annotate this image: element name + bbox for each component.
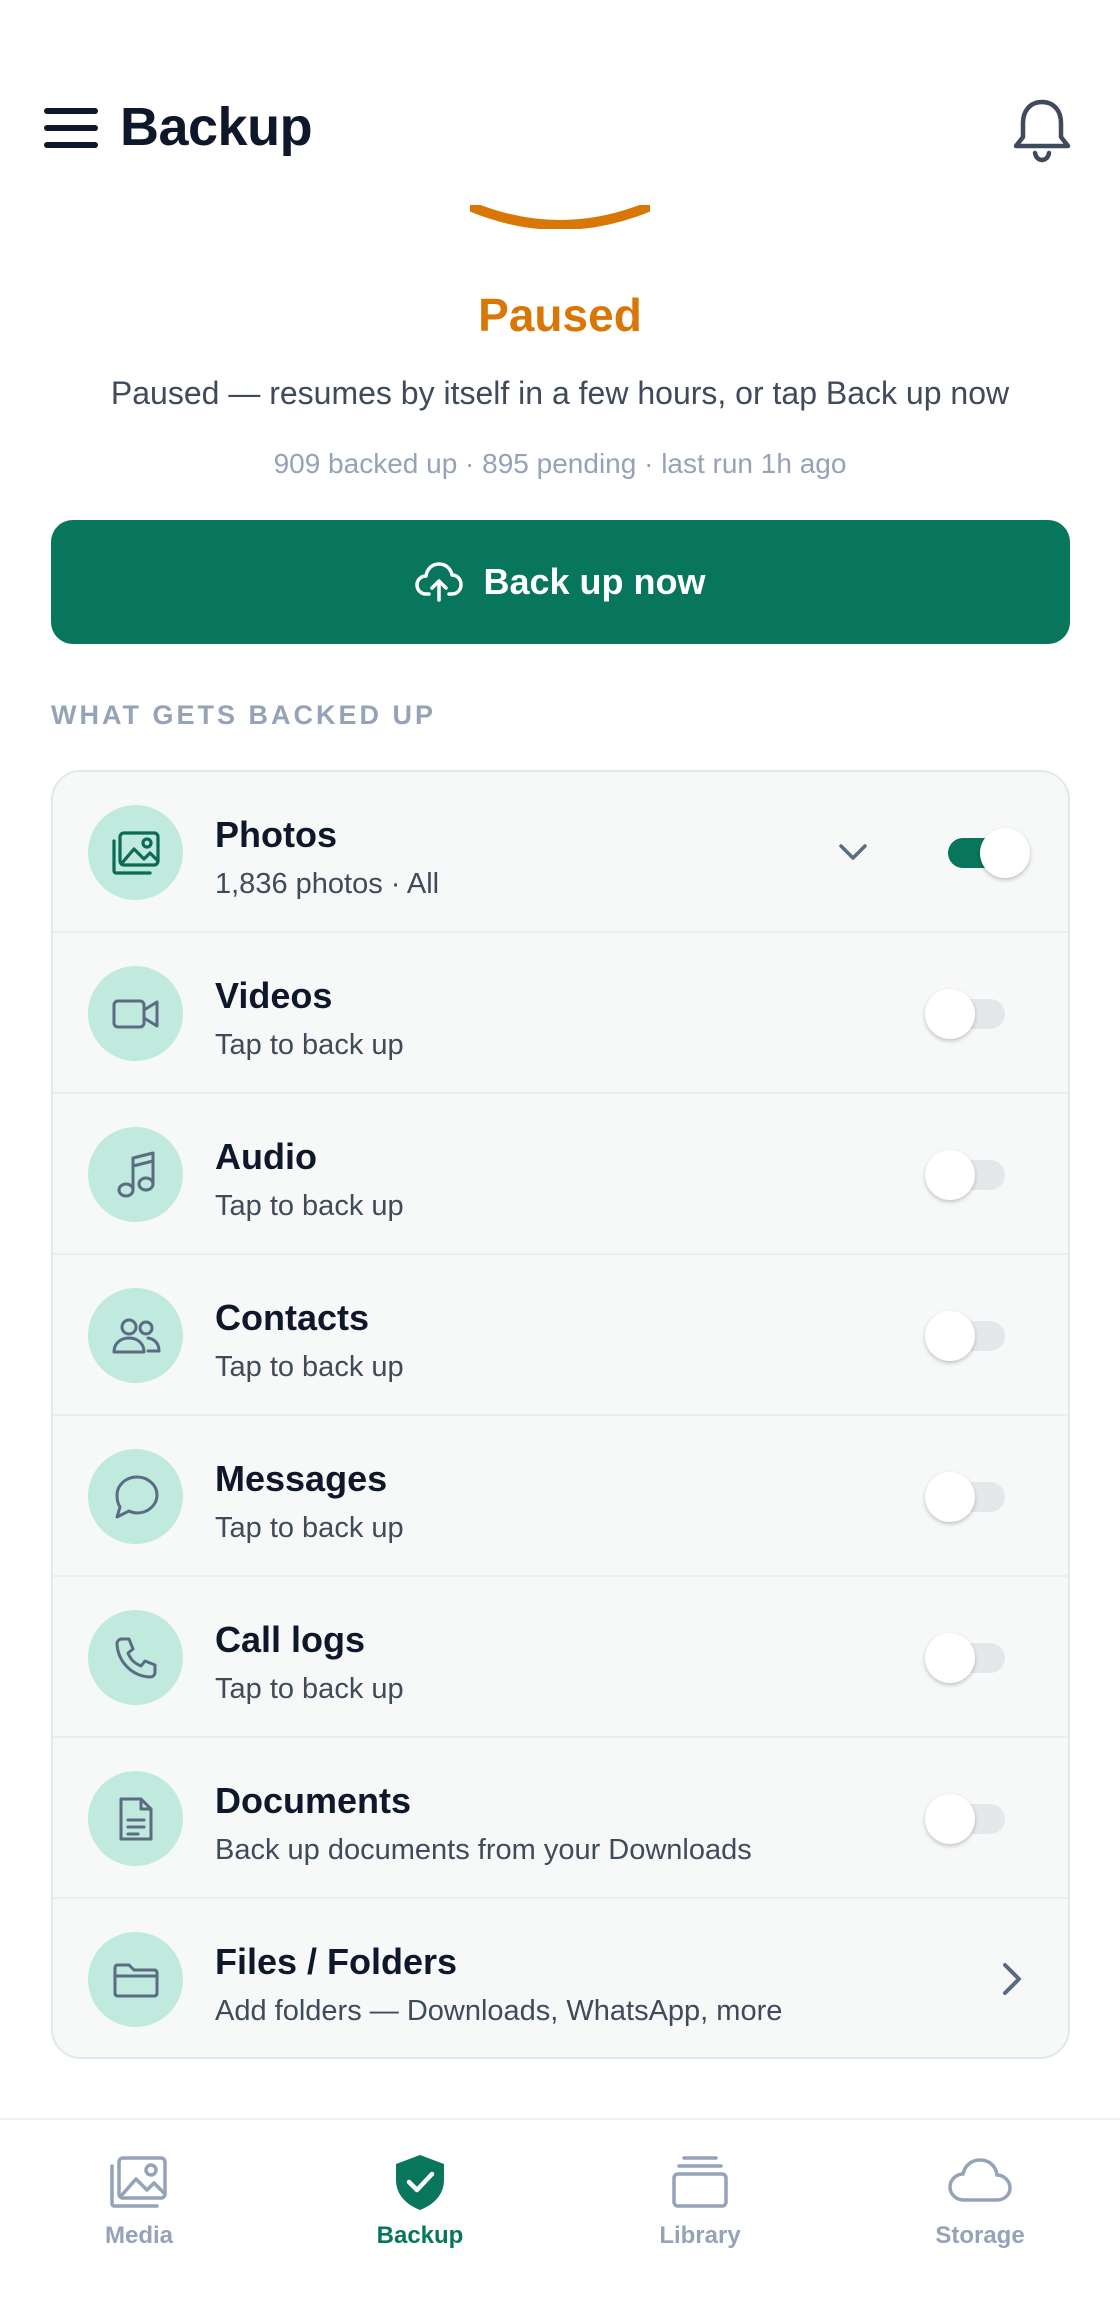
status-message: Paused — resumes by itself in a few hour… xyxy=(110,375,1010,411)
back-up-now-label: Back up now xyxy=(483,561,706,602)
phone-icon xyxy=(88,1610,183,1705)
progress-ring-arc xyxy=(470,205,650,229)
category-subtitle: 1,836 photos · All xyxy=(215,868,440,900)
category-row-messages[interactable]: Messages Tap to back up xyxy=(53,1416,1068,1577)
back-up-now-button[interactable]: Back up now xyxy=(51,520,1070,644)
video-camera-icon xyxy=(88,966,183,1061)
nav-backup[interactable]: Backup xyxy=(330,2152,510,2282)
category-row-contacts[interactable]: Contacts Tap to back up xyxy=(53,1255,1068,1416)
category-subtitle: Tap to back up xyxy=(215,1351,404,1383)
photos-toggle[interactable] xyxy=(944,828,1030,878)
videos-toggle[interactable] xyxy=(925,989,1009,1039)
category-title: Photos xyxy=(215,814,337,855)
nav-media[interactable]: Media xyxy=(49,2152,229,2282)
category-title: Messages xyxy=(215,1458,388,1499)
category-title: Videos xyxy=(215,975,333,1016)
chevron-down-icon[interactable] xyxy=(833,832,873,872)
page-title: Backup xyxy=(120,97,313,157)
app-header: Backup xyxy=(0,0,1120,210)
nav-label: Media xyxy=(104,2222,173,2249)
bell-icon[interactable] xyxy=(1010,96,1074,164)
category-subtitle: Back up documents from your Downloads xyxy=(215,1834,752,1866)
message-bubble-icon xyxy=(88,1449,183,1544)
audio-toggle[interactable] xyxy=(925,1150,1009,1200)
status-title: Paused xyxy=(478,289,642,341)
category-subtitle: Tap to back up xyxy=(215,1512,404,1544)
category-row-audio[interactable]: Audio Tap to back up xyxy=(53,1094,1068,1255)
category-subtitle: Tap to back up xyxy=(215,1673,404,1705)
media-icon xyxy=(110,2156,167,2208)
photos-icon xyxy=(88,805,183,900)
category-row-files-folders[interactable]: Files / Folders Add folders — Downloads,… xyxy=(53,1899,1068,2057)
nav-storage[interactable]: Storage xyxy=(890,2152,1070,2282)
category-title: Call logs xyxy=(215,1619,366,1660)
document-icon xyxy=(88,1771,183,1866)
status-stats: 909 backed up · 895 pending · last run 1… xyxy=(273,448,847,479)
contacts-icon xyxy=(88,1288,183,1383)
section-title: WHAT GETS BACKED UP xyxy=(51,700,436,730)
backup-categories-list: Photos 1,836 photos · All Videos Tap to … xyxy=(51,770,1070,2059)
chevron-right-icon xyxy=(991,1957,1031,2001)
music-note-icon xyxy=(88,1127,183,1222)
category-row-videos[interactable]: Videos Tap to back up xyxy=(53,933,1068,1094)
bottom-navigation: Media Backup Library Storage xyxy=(0,2118,1120,2318)
category-subtitle: Tap to back up xyxy=(215,1029,404,1061)
folder-icon xyxy=(88,1932,183,2027)
nav-label: Backup xyxy=(376,2222,464,2249)
category-row-documents[interactable]: Documents Back up documents from your Do… xyxy=(53,1738,1068,1899)
contacts-toggle[interactable] xyxy=(925,1311,1009,1361)
call-logs-toggle[interactable] xyxy=(925,1633,1009,1683)
category-subtitle: Tap to back up xyxy=(215,1190,404,1222)
category-title: Audio xyxy=(215,1136,317,1177)
category-title: Files / Folders xyxy=(215,1941,458,1982)
category-title: Documents xyxy=(215,1780,412,1821)
nav-label: Library xyxy=(659,2222,741,2249)
category-subtitle: Add folders — Downloads, WhatsApp, more xyxy=(215,1995,783,2027)
cloud-upload-icon xyxy=(415,562,464,602)
category-row-call-logs[interactable]: Call logs Tap to back up xyxy=(53,1577,1068,1738)
shield-check-icon xyxy=(396,2155,444,2210)
nav-library[interactable]: Library xyxy=(610,2152,790,2282)
messages-toggle[interactable] xyxy=(925,1472,1009,1522)
cloud-icon xyxy=(948,2158,1012,2202)
documents-toggle[interactable] xyxy=(925,1794,1009,1844)
category-row-photos[interactable]: Photos 1,836 photos · All xyxy=(53,772,1068,933)
hamburger-menu-icon[interactable] xyxy=(44,108,98,150)
category-title: Contacts xyxy=(215,1297,370,1338)
nav-label: Storage xyxy=(935,2222,1025,2249)
library-icon xyxy=(672,2156,728,2208)
